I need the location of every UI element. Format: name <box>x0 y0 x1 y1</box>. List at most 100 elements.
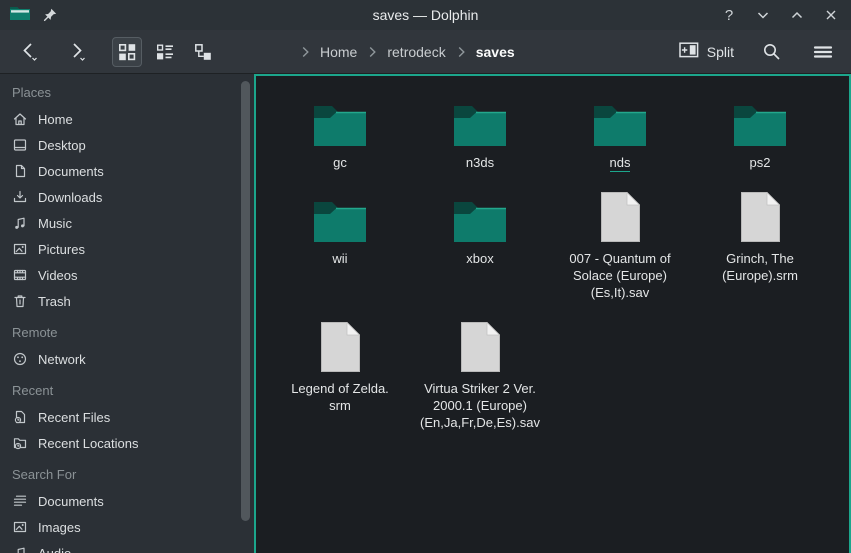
item-label: 007 - Quantum of Solace (Europe) (Es,It)… <box>569 250 670 301</box>
recent-file-icon <box>12 409 28 425</box>
text-lines-icon <box>12 493 28 509</box>
help-button[interactable]: ? <box>719 5 739 25</box>
file-icon <box>321 322 360 372</box>
breadcrumb-chevron-icon <box>454 44 468 60</box>
sidebar-item-audio[interactable]: Audio <box>0 540 254 553</box>
image-icon <box>12 519 28 535</box>
sidebar-item-pictures[interactable]: Pictures <box>0 236 254 262</box>
sidebar-item-trash[interactable]: Trash <box>0 288 254 314</box>
file-icon <box>741 192 780 242</box>
sidebar-item-label: Trash <box>38 294 71 309</box>
file-item-legend-of-zelda[interactable]: Legend of Zelda. srm <box>270 322 410 414</box>
breadcrumb: Home retrodeck saves <box>298 42 519 62</box>
sidebar-section-search-for: Search ForDocumentsImagesAudio <box>0 462 254 553</box>
titlebar-left <box>10 4 220 26</box>
item-label: gc <box>333 154 347 171</box>
item-label: wii <box>332 250 347 267</box>
item-label: xbox <box>466 250 493 267</box>
sidebar-scrollbar[interactable] <box>241 81 250 521</box>
download-icon <box>12 189 28 205</box>
film-icon <box>12 267 28 283</box>
folder-item-xbox[interactable]: xbox <box>410 192 550 267</box>
view-mode-buttons <box>112 37 218 67</box>
sidebar-item-label: Documents <box>38 164 104 179</box>
details-view-button[interactable] <box>150 37 180 67</box>
breadcrumb-item-retrodeck[interactable]: retrodeck <box>383 42 449 62</box>
music-note-icon <box>12 545 28 553</box>
sidebar-item-music[interactable]: Music <box>0 210 254 236</box>
music-note-icon <box>12 215 28 231</box>
document-icon <box>12 163 28 179</box>
hamburger-menu-icon[interactable] <box>807 37 839 67</box>
tree-view-button[interactable] <box>188 37 218 67</box>
places-panel: Places Home Desktop Documents Downloads Music… <box>0 74 254 553</box>
item-label: ps2 <box>750 154 771 171</box>
sidebar-item-videos[interactable]: Videos <box>0 262 254 288</box>
pin-icon[interactable] <box>40 5 60 25</box>
file-icon <box>601 192 640 242</box>
folder-icon <box>314 96 366 146</box>
item-label: Legend of Zelda. srm <box>291 380 389 414</box>
sidebar-item-label: Recent Locations <box>38 436 138 451</box>
folder-icon <box>314 192 366 242</box>
file-item-virtua-striker-2-ver[interactable]: Virtua Striker 2 Ver. 2000.1 (Europe) (E… <box>410 322 550 431</box>
sidebar-section-title: Recent <box>0 378 254 404</box>
folder-view[interactable]: gc n3ds nds ps2 wii xbox 007 - Quantum o… <box>254 74 851 553</box>
close-button[interactable] <box>821 5 841 25</box>
sidebar-section-title: Places <box>0 80 254 106</box>
minimize-button[interactable] <box>753 5 773 25</box>
search-icon[interactable] <box>756 36 787 67</box>
sidebar-item-label: Network <box>38 352 86 367</box>
sidebar-item-recent-files[interactable]: Recent Files <box>0 404 254 430</box>
sidebar-item-label: Documents <box>38 494 104 509</box>
breadcrumb-item-saves[interactable]: saves <box>472 42 519 62</box>
folder-icon <box>734 96 786 146</box>
item-label: nds <box>610 154 631 171</box>
sidebar-item-label: Desktop <box>38 138 86 153</box>
folder-icon <box>454 192 506 242</box>
maximize-button[interactable] <box>787 5 807 25</box>
dolphin-folder-icon <box>10 4 30 26</box>
sidebar-item-label: Music <box>38 216 72 231</box>
sidebar-section-recent: Recent Recent Files Recent Locations <box>0 378 254 456</box>
sidebar-item-downloads[interactable]: Downloads <box>0 184 254 210</box>
item-label: Virtua Striker 2 Ver. 2000.1 (Europe) (E… <box>420 380 540 431</box>
toolbar-right <box>756 36 839 67</box>
folder-item-gc[interactable]: gc <box>270 96 410 171</box>
sidebar-item-documents[interactable]: Documents <box>0 488 254 514</box>
sidebar-item-desktop[interactable]: Desktop <box>0 132 254 158</box>
window-title: saves — Dolphin <box>220 7 631 23</box>
folder-item-n3ds[interactable]: n3ds <box>410 96 550 171</box>
content-area: Places Home Desktop Documents Downloads Music… <box>0 74 851 553</box>
sidebar-item-images[interactable]: Images <box>0 514 254 540</box>
folder-item-ps2[interactable]: ps2 <box>690 96 830 171</box>
sidebar-item-documents[interactable]: Documents <box>0 158 254 184</box>
sidebar-section-title: Remote <box>0 320 254 346</box>
window-controls: ? <box>631 5 841 25</box>
file-item-grinch-the[interactable]: Grinch, The (Europe).srm <box>690 192 830 284</box>
sidebar-item-label: Audio <box>38 546 71 553</box>
breadcrumb-item-home[interactable]: Home <box>316 42 361 62</box>
split-button-label: Split <box>707 44 734 60</box>
folder-item-wii[interactable]: wii <box>270 192 410 267</box>
sidebar-item-label: Images <box>38 520 81 535</box>
split-view-icon <box>679 42 699 61</box>
folder-item-nds[interactable]: nds <box>550 96 690 171</box>
file-item-007-quantum-of[interactable]: 007 - Quantum of Solace (Europe) (Es,It)… <box>550 192 690 301</box>
sidebar-item-label: Recent Files <box>38 410 110 425</box>
recent-folder-icon <box>12 435 28 451</box>
files-grid: gc n3ds nds ps2 wii xbox 007 - Quantum o… <box>256 76 849 431</box>
trash-icon <box>12 293 28 309</box>
sidebar-item-network[interactable]: Network <box>0 346 254 372</box>
forward-button[interactable] <box>60 35 94 68</box>
icons-view-button[interactable] <box>112 37 142 67</box>
split-button[interactable]: Split <box>679 42 734 61</box>
file-icon <box>461 322 500 372</box>
sidebar-item-home[interactable]: Home <box>0 106 254 132</box>
back-button[interactable] <box>12 35 46 68</box>
sidebar-item-label: Pictures <box>38 242 85 257</box>
sidebar-item-label: Home <box>38 112 73 127</box>
sidebar-item-recent-locations[interactable]: Recent Locations <box>0 430 254 456</box>
image-icon <box>12 241 28 257</box>
sidebar-item-label: Downloads <box>38 190 102 205</box>
